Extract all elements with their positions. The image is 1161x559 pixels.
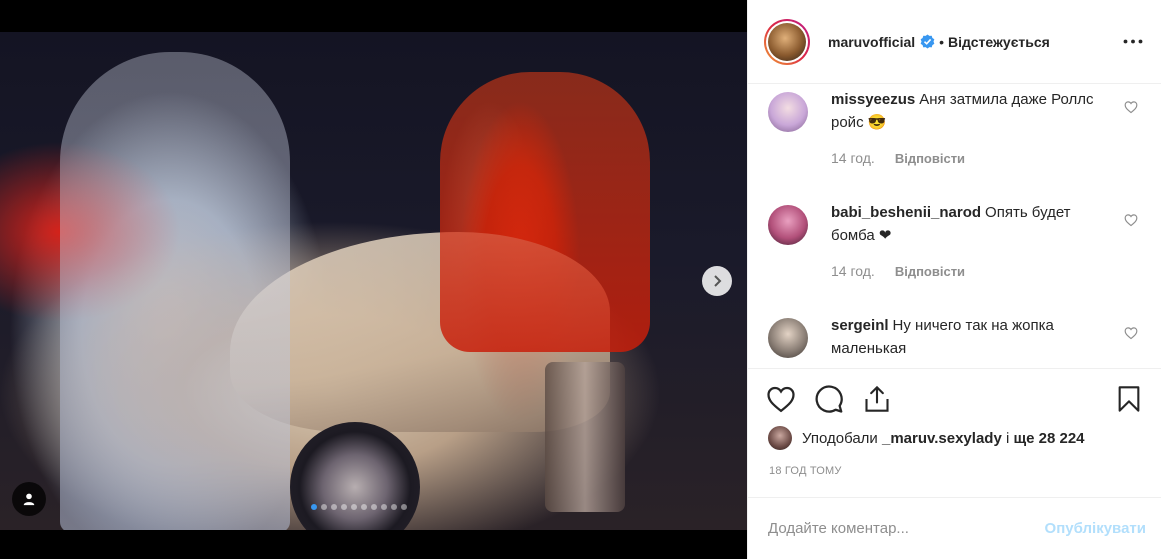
carousel-dot — [401, 504, 407, 510]
user-icon — [23, 493, 35, 506]
comment-username[interactable]: missyeezus — [831, 91, 915, 108]
add-comment-bar: Опублікувати — [748, 497, 1161, 559]
media-pane — [0, 0, 747, 559]
comment-input[interactable] — [768, 520, 1045, 537]
comment-meta: 14 год. Відповісти — [831, 150, 1112, 166]
publish-comment-button[interactable]: Опублікувати — [1045, 520, 1146, 537]
post-photo[interactable] — [0, 32, 747, 530]
comment-username[interactable]: sergeinl — [831, 317, 889, 334]
tagged-users-button[interactable] — [12, 482, 46, 516]
follow-status-button[interactable]: Відстежується — [948, 34, 1050, 50]
comment-time: 14 год. — [831, 263, 875, 279]
comment-body: missyeezus Аня затмила даже Роллс ройс 😎 — [831, 88, 1112, 134]
comment-button[interactable] — [812, 382, 846, 416]
photo-car-grille — [545, 362, 625, 512]
verified-badge-icon — [920, 34, 935, 49]
post-header: maruvofficial • Відстежується — [748, 0, 1161, 84]
comment-body: sergeinl Ну ничего так на жопка маленькая — [831, 314, 1112, 360]
carousel-dot — [311, 504, 317, 510]
comment-item: missyeezus Аня затмила даже Роллс ройс 😎 … — [748, 88, 1161, 166]
comment-avatar[interactable] — [768, 92, 808, 132]
author-username[interactable]: maruvofficial — [828, 34, 915, 50]
photo-figure-blue-veil — [60, 52, 290, 530]
header-separator: • — [939, 33, 945, 50]
comment-body: babi_beshenii_narod Опять будет бомба ❤ — [831, 201, 1112, 247]
carousel-indicator — [311, 504, 407, 510]
carousel-dot — [331, 504, 337, 510]
post-actions-bar — [748, 368, 1161, 428]
comments-list[interactable]: missyeezus Аня затмила даже Роллс ройс 😎 … — [748, 85, 1161, 368]
comment-reply-button[interactable]: Відповісти — [895, 264, 965, 279]
more-options-button[interactable] — [1121, 30, 1145, 54]
carousel-dot — [341, 504, 347, 510]
comment-avatar[interactable] — [768, 205, 808, 245]
photo-car-wheel — [290, 422, 420, 530]
bookmark-icon — [1118, 385, 1140, 412]
likes-middle: і — [1005, 429, 1010, 447]
carousel-dot — [321, 504, 327, 510]
liker-avatar[interactable] — [768, 426, 792, 450]
like-button[interactable] — [764, 382, 798, 416]
carousel-dot — [351, 504, 357, 510]
comment-avatar[interactable] — [768, 318, 808, 358]
comment-like-icon[interactable] — [1124, 213, 1138, 227]
comment-bubble-icon — [815, 384, 843, 413]
avatar-image — [768, 22, 806, 61]
heart-icon — [767, 386, 795, 412]
next-slide-button[interactable] — [702, 266, 732, 296]
comment-item: babi_beshenii_narod Опять будет бомба ❤ 1… — [748, 201, 1161, 279]
comment-like-icon[interactable] — [1124, 326, 1138, 340]
author-avatar[interactable] — [764, 18, 810, 65]
comment-item: sergeinl Ну ничего так на жопка маленькая — [748, 314, 1161, 360]
carousel-dot — [361, 504, 367, 510]
likes-prefix: Уподобали — [802, 429, 878, 447]
post-sidebar: maruvofficial • Відстежується missyeezus… — [747, 0, 1161, 559]
photo-figure-red-veil — [440, 72, 650, 352]
share-button[interactable] — [860, 382, 894, 416]
comment-meta: 14 год. Відповісти — [831, 263, 1112, 279]
likes-count-link[interactable]: ще 28 224 — [1013, 430, 1084, 447]
comment-time: 14 год. — [831, 150, 875, 166]
chevron-right-icon — [714, 275, 722, 287]
avatar-ring-inner — [766, 20, 808, 63]
comment-like-icon[interactable] — [1124, 100, 1138, 114]
carousel-dot — [371, 504, 377, 510]
more-icon — [1123, 39, 1143, 44]
likes-summary: Уподобали _maruv.sexylady і ще 28 224 — [768, 426, 1085, 450]
comment-reply-button[interactable]: Відповісти — [895, 151, 965, 166]
comment-username[interactable]: babi_beshenii_narod — [831, 204, 981, 221]
post-timestamp[interactable]: 18 ГОД ТОМУ — [769, 465, 842, 477]
share-icon — [865, 385, 889, 412]
likes-user-link[interactable]: _maruv.sexylady — [882, 430, 1002, 447]
carousel-dot — [381, 504, 387, 510]
carousel-dot — [391, 504, 397, 510]
save-button[interactable] — [1112, 382, 1146, 416]
